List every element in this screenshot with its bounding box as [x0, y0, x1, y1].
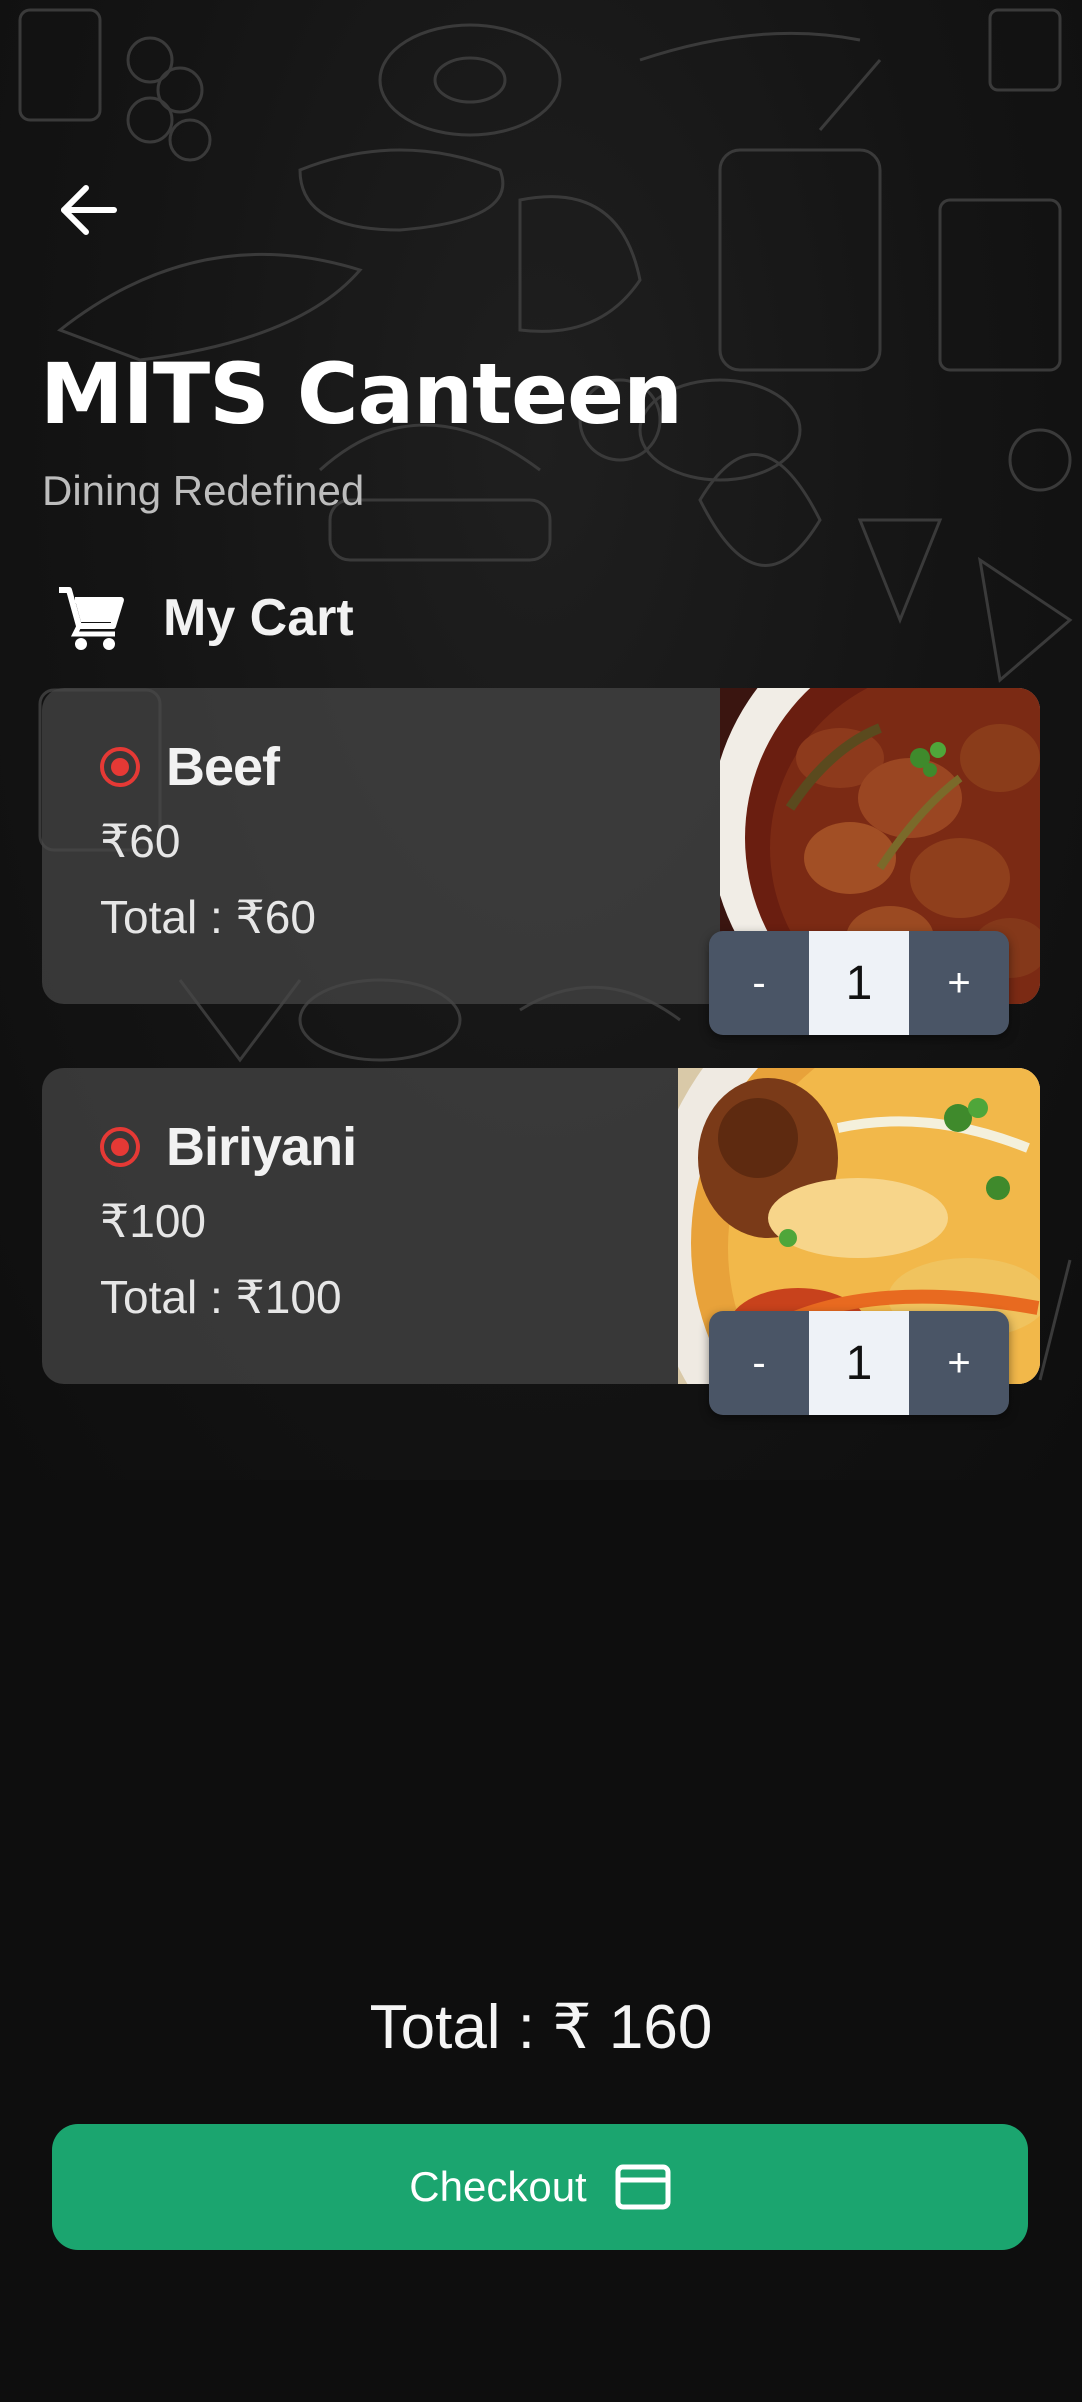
app-title: MITS Canteen: [40, 345, 683, 443]
cart-screen: MITS Canteen Dining Redefined My Cart Be…: [0, 0, 1082, 2402]
increment-button[interactable]: +: [909, 931, 1009, 1035]
quantity-value: 1: [809, 1311, 909, 1415]
decrement-button[interactable]: -: [709, 931, 809, 1035]
item-name-row: Biriyani: [100, 1116, 357, 1178]
item-name: Biriyani: [166, 1117, 357, 1177]
non-veg-indicator-icon: [100, 1127, 140, 1167]
item-name-row: Beef: [100, 736, 280, 798]
arrow-left-icon: [61, 185, 117, 235]
app-subtitle: Dining Redefined: [42, 467, 365, 514]
checkout-label: Checkout: [409, 2163, 587, 2210]
item-name: Beef: [166, 737, 280, 797]
cart-title: My Cart: [163, 589, 354, 647]
quantity-stepper-biriyani: - 1 +: [709, 1311, 1009, 1415]
credit-card-icon: [615, 2164, 671, 2210]
quantity-value: 1: [809, 931, 909, 1035]
item-total: Total : ₹100: [100, 1271, 342, 1323]
grand-total: Total : ₹ 160: [369, 1993, 713, 2062]
item-price: ₹60: [100, 815, 181, 867]
increment-button[interactable]: +: [909, 1311, 1009, 1415]
checkout-button[interactable]: Checkout: [52, 2124, 1028, 2250]
decrement-button[interactable]: -: [709, 1311, 809, 1415]
quantity-stepper-beef: - 1 +: [709, 931, 1009, 1035]
cart-section-header: My Cart: [55, 578, 354, 658]
item-total: Total : ₹60: [100, 891, 316, 943]
non-veg-indicator-icon: [100, 747, 140, 787]
shopping-cart-icon: [59, 587, 124, 650]
back-button[interactable]: [48, 170, 128, 250]
item-price: ₹100: [100, 1195, 207, 1247]
